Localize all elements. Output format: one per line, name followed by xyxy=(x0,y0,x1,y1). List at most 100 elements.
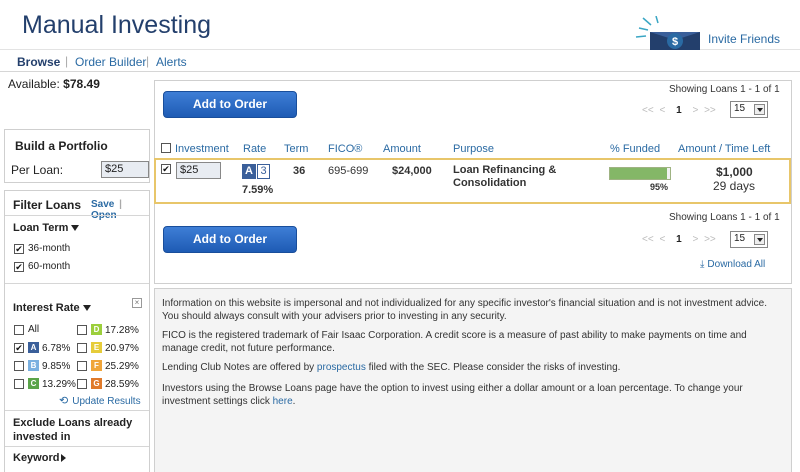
checkbox-36-month[interactable]: ✔ xyxy=(14,244,24,254)
checkbox-grade-f[interactable] xyxy=(77,361,87,371)
loan-select-checkbox[interactable]: ✔ xyxy=(161,164,171,174)
select-all-checkbox[interactable] xyxy=(161,143,171,153)
exclude-label-line1: Exclude Loans already xyxy=(13,417,133,429)
pager-last[interactable]: >> xyxy=(704,234,716,245)
grade-rate-g: 28.59% xyxy=(105,379,139,390)
checkbox-grade-b[interactable] xyxy=(14,361,24,371)
invite-friends-link[interactable]: Invite Friends xyxy=(708,32,780,46)
grade-badge-c: C xyxy=(28,378,39,389)
col-fico[interactable]: FICO® xyxy=(328,143,362,155)
grade-badge-e: E xyxy=(91,342,102,353)
divider xyxy=(5,215,149,216)
nav-alerts[interactable]: Alerts xyxy=(156,55,187,69)
chevron-down-icon xyxy=(71,225,80,232)
col-investment[interactable]: Investment xyxy=(175,143,229,155)
checkbox-grade-g[interactable] xyxy=(77,379,87,389)
checkbox-all-grades[interactable] xyxy=(14,325,24,335)
loan-rate: 7.59% xyxy=(242,184,274,196)
grade-rate-f: 25.29% xyxy=(105,361,139,372)
investment-input[interactable]: $25 xyxy=(176,162,221,179)
download-all-link[interactable]: ⤓ Download All xyxy=(700,259,765,270)
per-loan-input[interactable]: $25 xyxy=(101,161,149,178)
filter-loans-panel: Filter Loans Save | Open Loan Term ✔ 36-… xyxy=(4,190,150,472)
filter-save-open: Save | Open xyxy=(91,199,149,221)
disclaimer-investment-settings: Investors using the Browse Loans page ha… xyxy=(162,382,780,408)
filter-save-link[interactable]: Save xyxy=(91,199,114,210)
exclude-invested-toggle[interactable]: Exclude Loans already invested in xyxy=(13,416,132,444)
filter-links-separator: | xyxy=(119,199,122,210)
col-amount-time-left[interactable]: Amount / Time Left xyxy=(678,143,770,155)
dollar-envelope-icon[interactable]: $ xyxy=(634,16,702,52)
disclaimer-prospectus: Lending Club Notes are offered by prospe… xyxy=(162,361,780,374)
pagination-top: << < 1 > >> xyxy=(642,105,716,116)
update-results-label: Update Results xyxy=(72,396,141,407)
col-funded[interactable]: % Funded xyxy=(610,143,660,155)
pager-first[interactable]: << xyxy=(642,234,654,245)
col-amount[interactable]: Amount xyxy=(383,143,421,155)
filter-loans-title: Filter Loans xyxy=(13,198,82,212)
showing-loans-top: Showing Loans 1 - 1 of 1 xyxy=(669,84,780,95)
loan-grade-badge: A xyxy=(242,164,256,179)
disclaimer-fico: FICO is the registered trademark of Fair… xyxy=(162,330,747,354)
per-page-select-top[interactable]: 15 xyxy=(730,101,768,118)
nav-browse[interactable]: Browse xyxy=(17,55,60,69)
per-loan-label: Per Loan: xyxy=(11,163,64,177)
grade-rate-b: 9.85% xyxy=(42,361,71,372)
checkbox-60-month[interactable]: ✔ xyxy=(14,262,24,272)
pager-current[interactable]: 1 xyxy=(676,105,682,116)
grade-rate-a: 6.78% xyxy=(42,343,71,354)
pager-prev[interactable]: < xyxy=(659,105,665,116)
pager-last[interactable]: >> xyxy=(704,105,716,116)
loan-term-label: Loan Term xyxy=(13,222,69,234)
loan-term-toggle[interactable]: Loan Term xyxy=(13,222,80,234)
grade-rate-c: 13.29% xyxy=(42,379,76,390)
pager-next[interactable]: > xyxy=(692,105,698,116)
pager-first[interactable]: << xyxy=(642,105,654,116)
loan-purpose[interactable]: Loan Refinancing & Consolidation xyxy=(453,164,556,190)
grade-rate-d: 17.28% xyxy=(105,325,139,336)
term-label-60: 60-month xyxy=(28,261,71,272)
pagination-bottom: << < 1 > >> xyxy=(642,234,716,245)
disclaimer-investment-advice: Information on this website is impersona… xyxy=(162,298,768,322)
prospectus-link[interactable]: prospectus xyxy=(317,362,366,373)
showing-loans-bottom: Showing Loans 1 - 1 of 1 xyxy=(669,212,780,223)
pager-current[interactable]: 1 xyxy=(676,234,682,245)
checkbox-grade-e[interactable] xyxy=(77,343,87,353)
chevron-right-icon xyxy=(61,454,67,463)
per-page-select-bottom[interactable]: 15 xyxy=(730,231,768,248)
prospectus-text-pre: Lending Club Notes are offered by xyxy=(162,362,317,373)
exclude-label-line2: invested in xyxy=(13,431,71,443)
all-grades-label: All xyxy=(28,324,40,335)
update-results-link[interactable]: ⟲ Update Results xyxy=(59,394,141,407)
nav-separator: | xyxy=(146,54,150,68)
close-icon[interactable]: × xyxy=(132,298,142,308)
pager-prev[interactable]: < xyxy=(659,234,665,245)
interest-rate-toggle[interactable]: Interest Rate xyxy=(13,302,91,314)
checkbox-grade-c[interactable] xyxy=(14,379,24,389)
funded-progress-fill xyxy=(610,168,667,179)
pager-next[interactable]: > xyxy=(692,234,698,245)
grade-badge-f: F xyxy=(91,360,102,371)
checkbox-grade-a[interactable]: ✔ xyxy=(14,343,24,353)
chevron-down-icon xyxy=(754,104,765,115)
col-rate[interactable]: Rate xyxy=(243,143,266,155)
col-term[interactable]: Term xyxy=(284,143,308,155)
per-page-value: 15 xyxy=(734,233,746,244)
keyword-toggle[interactable]: Keyword xyxy=(13,452,67,464)
grade-badge-b: B xyxy=(28,360,39,371)
grade-badge-g: G xyxy=(91,378,102,389)
funded-progress-bar xyxy=(609,167,671,180)
nav-order-builder[interactable]: Order Builder xyxy=(75,55,146,69)
table-row[interactable]: ✔ $25 A 3 7.59% 36 695-699 $24,000 Loan … xyxy=(154,158,791,204)
add-to-order-button-bottom[interactable]: Add to Order xyxy=(163,226,297,253)
nav-separator: | xyxy=(65,54,69,68)
main-nav: Browse | Order Builder | Alerts xyxy=(0,50,800,72)
col-purpose[interactable]: Purpose xyxy=(453,143,494,155)
add-to-order-button-top[interactable]: Add to Order xyxy=(163,91,297,118)
available-value: $78.49 xyxy=(63,77,100,91)
checkbox-grade-d[interactable] xyxy=(77,325,87,335)
header: Manual Investing $ Invite Friends xyxy=(0,0,800,50)
page-title: Manual Investing xyxy=(22,11,212,39)
settings-here-link[interactable]: here xyxy=(273,396,293,407)
chevron-down-icon xyxy=(82,305,91,312)
